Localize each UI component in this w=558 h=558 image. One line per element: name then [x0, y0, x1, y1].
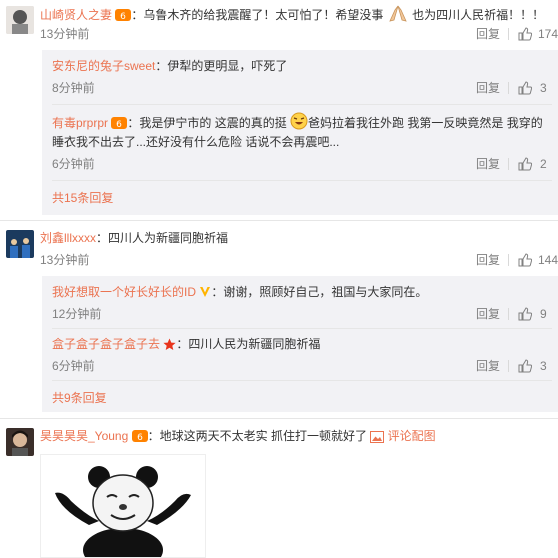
like-count: 3: [540, 81, 547, 95]
divider: [508, 308, 509, 320]
divider: [508, 158, 509, 170]
svg-text:6: 6: [116, 120, 122, 130]
star-badge-icon: [163, 338, 176, 355]
reply-text-2: 爸妈拉着我往外跑 我第一反映竟然是 我穿的: [308, 116, 543, 130]
timestamp: 13分钟前: [40, 27, 90, 41]
thumb-up-icon[interactable]: [518, 253, 533, 270]
reply-username[interactable]: 有毒prprpr: [52, 116, 108, 130]
comment-body: 山崎贤人之妻 6 ：乌鲁木齐的给我震醒了！太可怕了！希望没事 也为四川人民祈福！…: [40, 4, 544, 26]
reply-button[interactable]: 回复: [476, 80, 500, 96]
avatar[interactable]: [6, 428, 34, 456]
reply-button[interactable]: 回复: [476, 306, 500, 322]
svg-text:6: 6: [120, 12, 126, 22]
comment-body: 刘鑫lllxxxx：四川人为新疆同胞祈福: [40, 230, 228, 246]
reply-timestamp: 8分钟前: [52, 81, 95, 95]
vip-badge-icon: [199, 286, 211, 298]
reply-timestamp: 6分钟前: [52, 157, 95, 171]
vip-badge-icon: 6: [131, 429, 148, 447]
reply-username[interactable]: 我好想取一个好长好长的ID: [52, 285, 196, 299]
reply-text: ：四川人民为新疆同胞祈福: [176, 337, 321, 351]
divider: [508, 28, 509, 40]
thumb-up-icon[interactable]: [518, 157, 533, 174]
picture-icon[interactable]: [370, 431, 385, 447]
username[interactable]: 山崎贤人之妻: [40, 8, 112, 22]
separator: [52, 104, 552, 105]
like-count: 174: [538, 27, 558, 41]
thumb-up-icon[interactable]: [518, 27, 533, 44]
comment-text-2: 也为四川人民祈福！！！: [412, 8, 545, 22]
reply-button[interactable]: 回复: [476, 156, 500, 172]
more-replies-link[interactable]: 共15条回复: [52, 190, 113, 206]
reply-timestamp: 6分钟前: [52, 359, 95, 373]
replies-box: 我好想取一个好长好长的ID ：谢谢，照顾好自己，祖国与大家同在。 12分钟前 回…: [42, 276, 558, 412]
vip-badge-icon: 6: [115, 8, 132, 26]
comment-picture-link[interactable]: 评论配图: [388, 429, 436, 443]
reply-body: 我好想取一个好长好长的ID ：谢谢，照顾好自己，祖国与大家同在。: [52, 284, 427, 300]
like-count: 9: [540, 307, 547, 321]
more-replies-link[interactable]: 共9条回复: [52, 390, 107, 406]
comment-body: 昊昊昊昊_Young 6 ：地球这两天不太老实 抓住打一顿就好了 评论配图: [40, 428, 436, 447]
reply-username[interactable]: 盒子盒子盒子盒子去: [52, 337, 160, 351]
comment-separator: [0, 220, 558, 221]
comment-3: 昊昊昊昊_Young 6 ：地球这两天不太老实 抓住打一顿就好了 评论配图: [0, 420, 558, 558]
reply-text: ：我是伊宁市的 这震的真的挺: [127, 116, 287, 130]
reply-body: 安东尼的兔子sweet：伊犁的更明显，吓死了: [52, 58, 287, 74]
comment-text: ：地球这两天不太老实 抓住打一顿就好了: [147, 429, 367, 443]
reply-text-3: 睡衣我不出去了...还好没有什么危险 话说不会再震吧...: [52, 135, 340, 149]
reply-body: 有毒prprpr 6 ：我是伊宁市的 这震的真的挺 爸妈拉着我往外跑 我第一反映…: [52, 112, 543, 134]
reply-text: ：伊犁的更明显，吓死了: [155, 59, 288, 73]
replies-box: 安东尼的兔子sweet：伊犁的更明显，吓死了 8分钟前 回复 3 有毒prprp…: [42, 50, 558, 215]
separator: [52, 180, 552, 181]
divider: [508, 254, 509, 266]
avatar[interactable]: [6, 6, 34, 34]
timestamp: 13分钟前: [40, 253, 90, 267]
username[interactable]: 刘鑫lllxxxx: [40, 231, 96, 245]
separator: [52, 328, 552, 329]
reply-timestamp: 12分钟前: [52, 307, 102, 321]
reply-body: 盒子盒子盒子盒子去 ：四川人民为新疆同胞祈福: [52, 336, 320, 355]
comment-2: 刘鑫lllxxxx：四川人为新疆同胞祈福 13分钟前 回复 144 我好想取一个…: [0, 222, 558, 414]
reply-text: ：谢谢，照顾好自己，祖国与大家同在。: [211, 285, 428, 299]
like-count: 144: [538, 253, 558, 267]
like-count: 3: [540, 359, 547, 373]
laugh-cry-emoji: [290, 112, 308, 134]
username[interactable]: 昊昊昊昊_Young: [40, 429, 128, 443]
prayer-hands-emoji: [387, 4, 409, 26]
divider: [508, 360, 509, 372]
comment-1: 山崎贤人之妻 6 ：乌鲁木齐的给我震醒了！太可怕了！希望没事 也为四川人民祈福！…: [0, 0, 558, 215]
comment-text: ：乌鲁木齐的给我震醒了！太可怕了！希望没事: [131, 8, 384, 22]
comment-picture[interactable]: [40, 454, 206, 558]
thumb-up-icon[interactable]: [518, 359, 533, 376]
reply-username[interactable]: 安东尼的兔子sweet: [52, 59, 155, 73]
vip-badge-icon: 6: [111, 116, 128, 134]
reply-button[interactable]: 回复: [476, 26, 500, 42]
comment-text: ：四川人为新疆同胞祈福: [96, 231, 229, 245]
avatar[interactable]: [6, 230, 34, 258]
reply-button[interactable]: 回复: [476, 358, 500, 374]
comment-separator: [0, 418, 558, 419]
thumb-up-icon[interactable]: [518, 307, 533, 324]
svg-text:6: 6: [137, 433, 143, 443]
like-count: 2: [540, 157, 547, 171]
reply-button[interactable]: 回复: [476, 252, 500, 268]
divider: [508, 82, 509, 94]
separator: [52, 380, 552, 381]
thumb-up-icon[interactable]: [518, 81, 533, 98]
